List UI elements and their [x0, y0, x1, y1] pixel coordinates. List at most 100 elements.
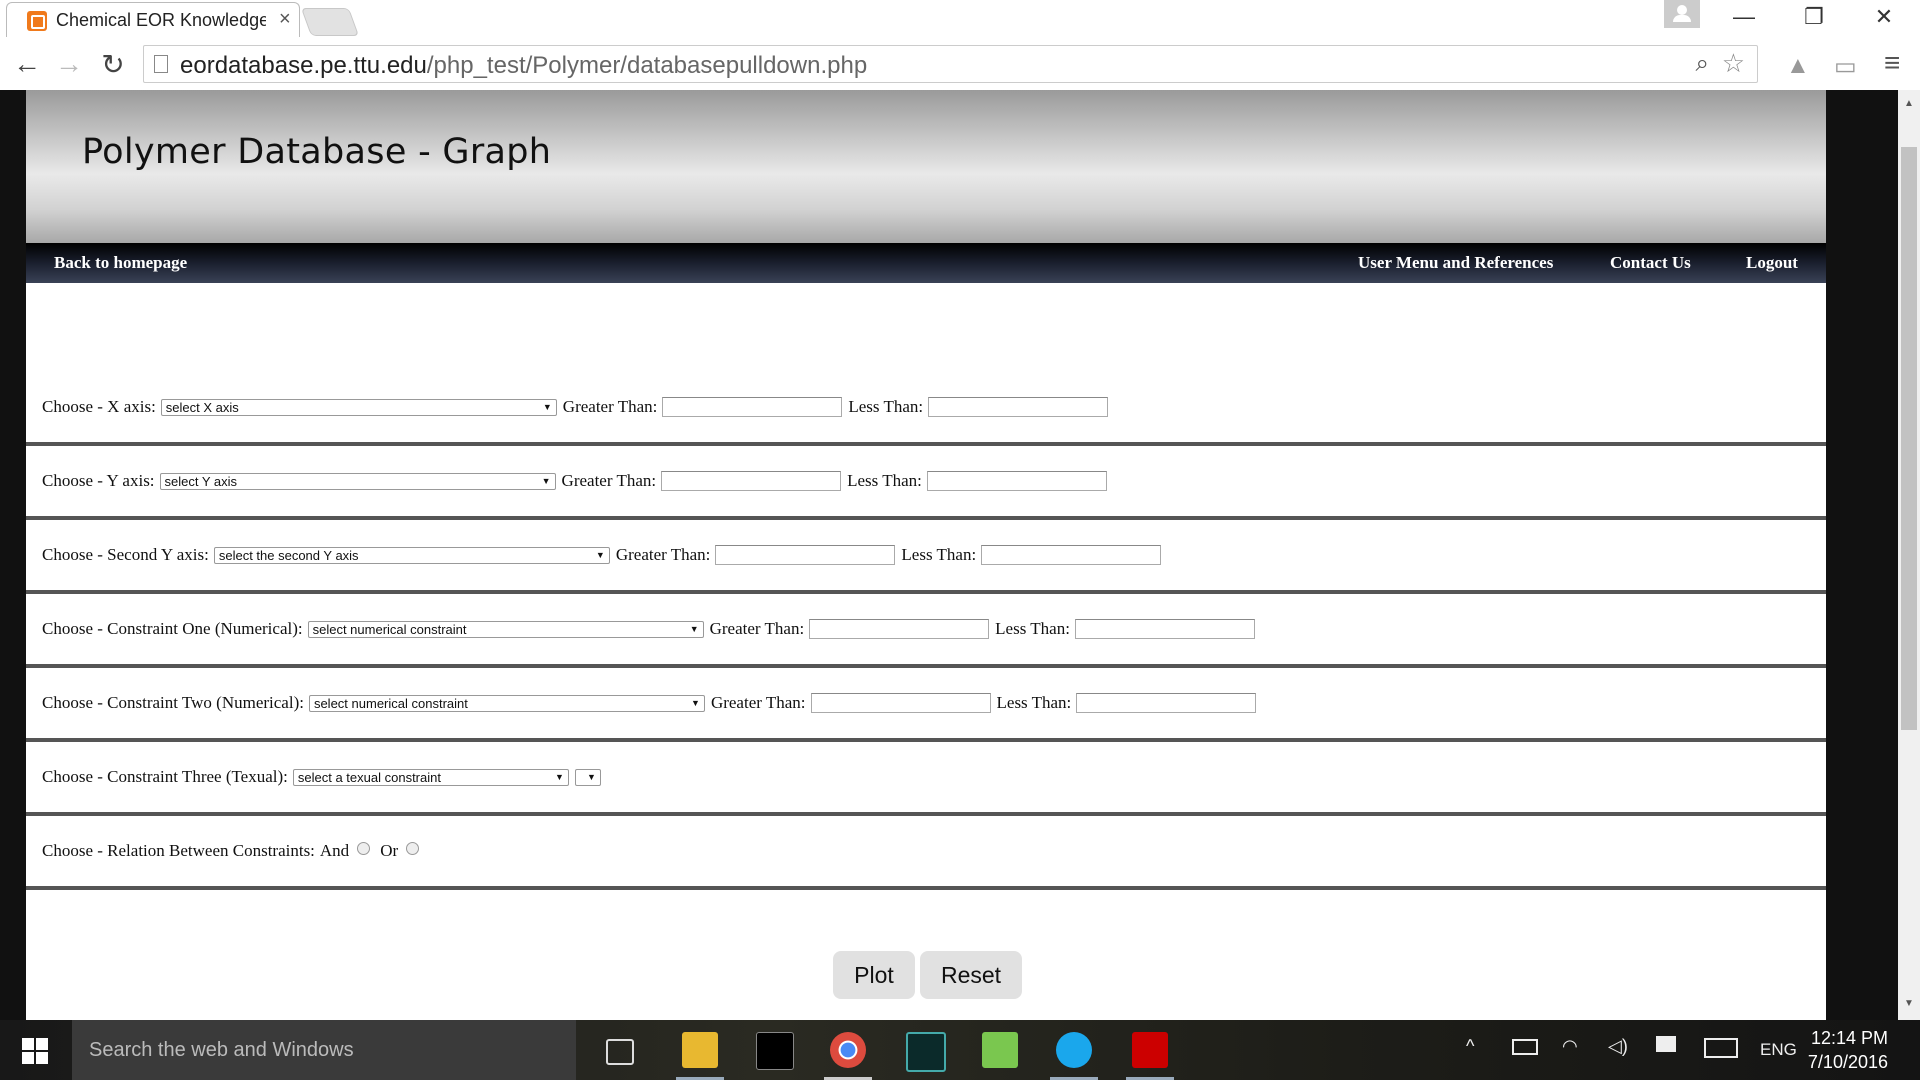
scroll-thumb[interactable] — [1901, 147, 1917, 730]
x-greater-than-input[interactable] — [662, 397, 843, 417]
spreadsheet-app-icon[interactable] — [982, 1032, 1018, 1068]
terminal-app-icon[interactable] — [906, 1032, 946, 1072]
logout-link[interactable]: Logout — [1746, 253, 1798, 273]
constraint-two-select-value: select numerical constraint — [313, 695, 468, 711]
back-to-homepage-link[interactable]: Back to homepage — [54, 253, 187, 273]
constraint-one-row: Choose - Constraint One (Numerical): sel… — [26, 594, 1826, 668]
command-prompt-icon[interactable] — [756, 1032, 794, 1070]
relation-row: Choose - Relation Between Constraints: A… — [26, 816, 1826, 890]
constraint-one-less-than-input[interactable] — [1074, 619, 1255, 639]
windows-start-icon[interactable] — [22, 1038, 48, 1064]
nav-menu: Back to homepage User Menu and Reference… — [26, 243, 1826, 283]
close-window-icon[interactable]: ✕ — [1864, 4, 1904, 30]
notifications-icon[interactable] — [1656, 1036, 1676, 1052]
second-y-greater-than-input[interactable] — [715, 545, 896, 565]
constraint-three-select[interactable]: select a texual constraint ▼ — [292, 768, 569, 786]
constraint-one-select[interactable]: select numerical constraint ▼ — [307, 620, 704, 638]
profile-icon[interactable] — [1664, 0, 1700, 28]
user-menu-link[interactable]: User Menu and References — [1358, 253, 1553, 273]
less-than-label: Less Than: — [847, 471, 922, 490]
dropdown-arrow-icon: ▼ — [689, 623, 699, 634]
url-text: eordatabase.pe.ttu.edu/php_test/Polymer/… — [180, 52, 867, 80]
vertical-scrollbar[interactable]: ▲ ▼ — [1898, 90, 1920, 1020]
dropdown-arrow-icon: ▼ — [691, 697, 700, 708]
cast-icon[interactable]: ▭ — [1834, 52, 1857, 81]
y-axis-select[interactable]: select Y axis ▼ — [159, 472, 556, 490]
and-label: And — [319, 841, 350, 860]
and-radio[interactable] — [357, 841, 371, 855]
constraint-three-value-select[interactable]: ▼ — [574, 768, 601, 786]
header-banner: Polymer Database - Graph — [26, 90, 1826, 243]
tab-strip: Chemical EOR Knowledge × — ❐ ✕ — [0, 0, 1920, 38]
x-less-than-input[interactable] — [928, 397, 1109, 417]
tray-expand-icon[interactable]: ^ — [1466, 1036, 1474, 1057]
restore-icon[interactable]: ❐ — [1794, 4, 1834, 30]
x-axis-select-value: select X axis — [165, 399, 239, 415]
or-radio[interactable] — [406, 841, 420, 855]
chrome-menu-icon[interactable]: ≡ — [1884, 47, 1900, 79]
taskbar-search[interactable]: Search the web and Windows — [72, 1020, 576, 1080]
keyboard-icon[interactable] — [1704, 1038, 1738, 1058]
constraint-two-greater-than-input[interactable] — [810, 693, 991, 713]
constraint-two-select[interactable]: select numerical constraint ▼ — [308, 694, 705, 712]
volume-icon[interactable]: ◁) — [1608, 1036, 1628, 1057]
greater-than-label: Greater Than: — [615, 545, 711, 564]
x-axis-label: Choose - X axis: — [42, 397, 156, 416]
less-than-label: Less Than: — [996, 693, 1072, 712]
clock[interactable]: 12:14 PM 7/10/2016 — [1800, 1026, 1888, 1074]
greater-than-label: Greater Than: — [561, 471, 657, 490]
greater-than-label: Greater Than: — [710, 693, 806, 712]
second-y-less-than-input[interactable] — [981, 545, 1162, 565]
greater-than-label: Greater Than: — [562, 397, 658, 416]
chrome-icon[interactable] — [830, 1032, 866, 1068]
reload-icon[interactable]: ↻ — [96, 48, 130, 81]
zoom-icon[interactable]: ⌕ — [1696, 50, 1709, 78]
skype-icon[interactable] — [1056, 1032, 1092, 1068]
scroll-up-icon[interactable]: ▲ — [1904, 98, 1914, 109]
scroll-down-icon[interactable]: ▼ — [1904, 998, 1914, 1009]
dropdown-arrow-icon: ▼ — [554, 771, 564, 782]
minimize-icon[interactable]: — — [1724, 4, 1764, 30]
back-icon[interactable]: ← — [10, 48, 44, 80]
dropdown-arrow-icon: ▼ — [586, 771, 596, 782]
language-indicator[interactable]: ENG — [1760, 1040, 1797, 1060]
greater-than-label: Greater Than: — [709, 619, 805, 638]
y-axis-label: Choose - Y axis: — [42, 471, 155, 490]
clock-date: 7/10/2016 — [1807, 1052, 1888, 1072]
windows-taskbar: Search the web and Windows ^ ◠ ◁) ENG 12… — [0, 1020, 1920, 1080]
dropdown-arrow-icon: ▼ — [542, 401, 552, 412]
constraint-two-label: Choose - Constraint Two (Numerical): — [42, 693, 304, 712]
battery-icon[interactable] — [1512, 1039, 1538, 1055]
task-view-icon[interactable] — [606, 1039, 634, 1065]
less-than-label: Less Than: — [901, 545, 977, 564]
browser-tab[interactable]: Chemical EOR Knowledge × — [6, 2, 300, 38]
constraint-two-less-than-input[interactable] — [1076, 693, 1257, 713]
relation-label: Choose - Relation Between Constraints: — [42, 841, 315, 860]
content-panel: Polymer Database - Graph Back to homepag… — [26, 90, 1826, 1020]
x-axis-select[interactable]: select X axis ▼ — [160, 398, 557, 416]
url-host: eordatabase.pe.ttu.edu — [180, 52, 427, 79]
acrobat-icon[interactable] — [1132, 1032, 1168, 1068]
y-greater-than-input[interactable] — [661, 471, 842, 491]
y-less-than-input[interactable] — [926, 471, 1107, 491]
bookmark-star-icon[interactable]: ☆ — [1722, 48, 1745, 79]
taskbar-search-placeholder: Search the web and Windows — [89, 1039, 354, 1061]
constraint-one-select-value: select numerical constraint — [312, 621, 467, 637]
drive-extension-icon[interactable]: ▲ — [1786, 52, 1810, 80]
plot-button[interactable]: Plot — [833, 951, 915, 999]
constraint-one-greater-than-input[interactable] — [809, 619, 990, 639]
address-bar[interactable]: eordatabase.pe.ttu.edu/php_test/Polymer/… — [143, 45, 1758, 83]
new-tab-button[interactable] — [300, 8, 360, 36]
page-title: Polymer Database - Graph — [82, 132, 552, 172]
forward-icon[interactable]: → — [52, 48, 86, 80]
tab-close-icon[interactable]: × — [279, 8, 291, 31]
second-y-axis-label: Choose - Second Y axis: — [42, 545, 209, 564]
constraint-three-select-value: select a texual constraint — [297, 769, 441, 785]
less-than-label: Less Than: — [995, 619, 1070, 638]
reset-button[interactable]: Reset — [920, 951, 1022, 999]
wifi-icon[interactable]: ◠ — [1562, 1036, 1578, 1057]
contact-us-link[interactable]: Contact Us — [1610, 253, 1691, 273]
page-viewport: Polymer Database - Graph Back to homepag… — [0, 90, 1898, 1020]
file-explorer-icon[interactable] — [682, 1032, 718, 1068]
second-y-axis-select[interactable]: select the second Y axis ▼ — [213, 546, 610, 564]
